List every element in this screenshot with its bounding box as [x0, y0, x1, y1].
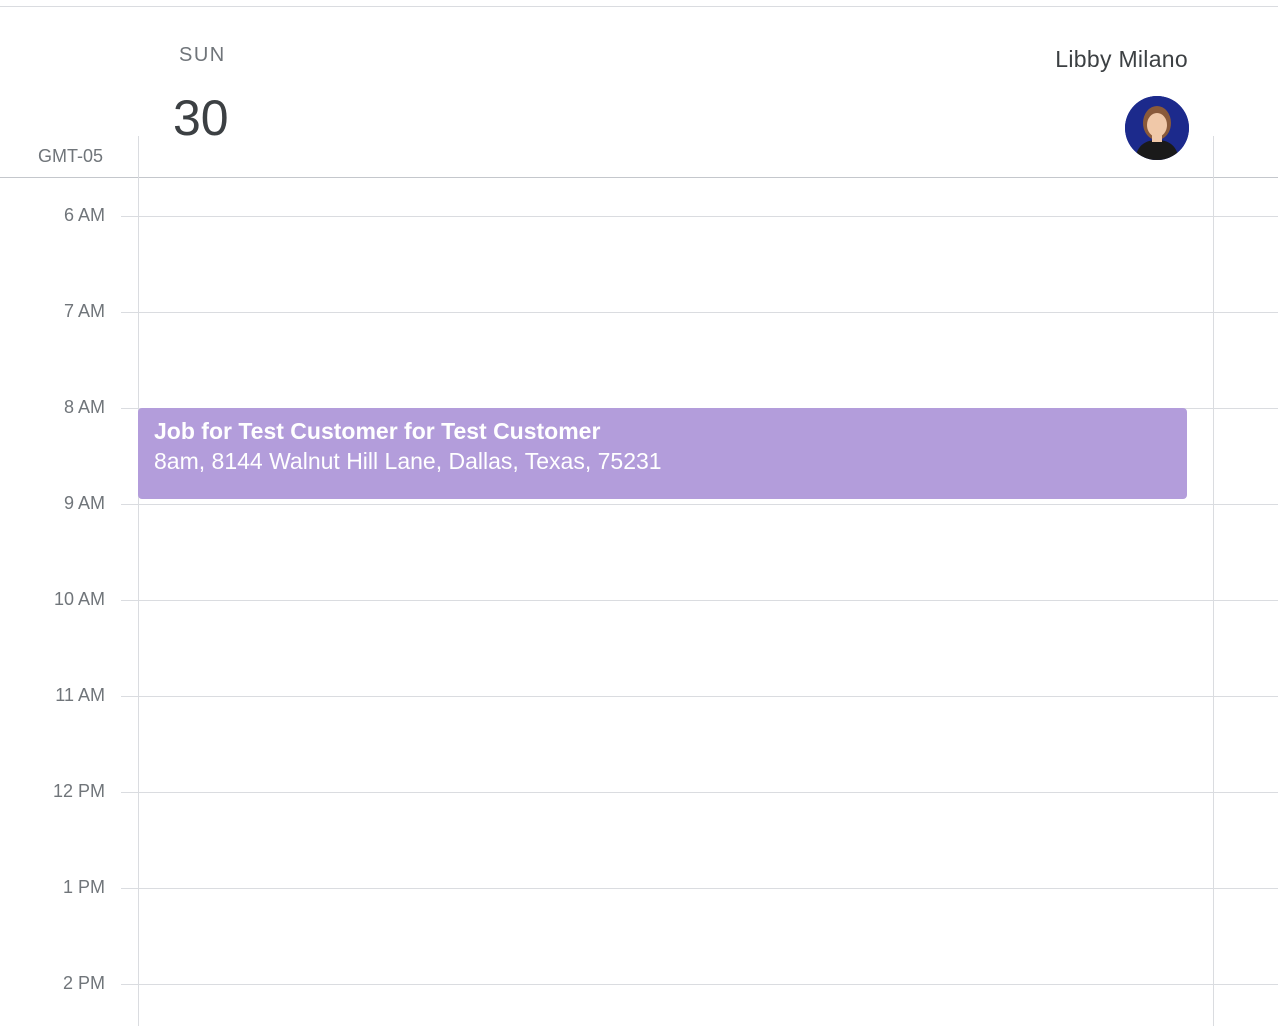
calendar-owner-name: Libby Milano: [1055, 46, 1188, 72]
calendar-event[interactable]: Job for Test Customer for Test Customer …: [138, 408, 1187, 499]
hour-label: 8 AM: [63, 397, 105, 417]
hour-row[interactable]: 6 AM: [0, 205, 1278, 225]
hour-row[interactable]: 9 AM: [0, 493, 1278, 513]
hour-gridline: [121, 984, 1278, 985]
event-details: 8am, 8144 Walnut Hill Lane, Dallas, Texa…: [154, 448, 662, 474]
hour-row[interactable]: 10 AM: [0, 589, 1278, 609]
top-divider: [0, 6, 1278, 7]
day-column-left-border: [138, 136, 139, 1026]
hour-label: 10 AM: [53, 589, 105, 609]
hour-row[interactable]: 1 PM: [0, 877, 1278, 897]
hour-gridline: [121, 504, 1278, 505]
hour-label: 6 AM: [63, 205, 105, 225]
hour-gridline: [121, 312, 1278, 313]
hour-label: 9 AM: [63, 493, 105, 513]
hour-row[interactable]: 2 PM: [0, 973, 1278, 993]
avatar[interactable]: [1125, 96, 1189, 160]
hour-label: 1 PM: [62, 877, 105, 897]
user-avatar-icon: [1125, 96, 1189, 160]
hour-gridline: [121, 600, 1278, 601]
hour-row[interactable]: 7 AM: [0, 301, 1278, 321]
hour-gridline: [121, 888, 1278, 889]
day-number[interactable]: 30: [173, 90, 229, 146]
hour-label: 7 AM: [63, 301, 105, 321]
day-of-week: SUN: [179, 44, 226, 66]
timezone-label: GMT-05: [38, 146, 104, 166]
event-title: Job for Test Customer for Test Customer: [154, 418, 601, 444]
hour-row[interactable]: 12 PM: [0, 781, 1278, 801]
hour-row[interactable]: 11 AM: [0, 685, 1278, 705]
hour-label: 11 AM: [55, 685, 105, 705]
header-divider: [0, 177, 1278, 178]
day-column-right-border: [1213, 136, 1214, 1026]
hour-label: 12 PM: [52, 781, 105, 801]
hour-gridline: [121, 696, 1278, 697]
hour-gridline: [121, 216, 1278, 217]
hour-label: 2 PM: [62, 973, 105, 993]
hour-gridline: [121, 792, 1278, 793]
